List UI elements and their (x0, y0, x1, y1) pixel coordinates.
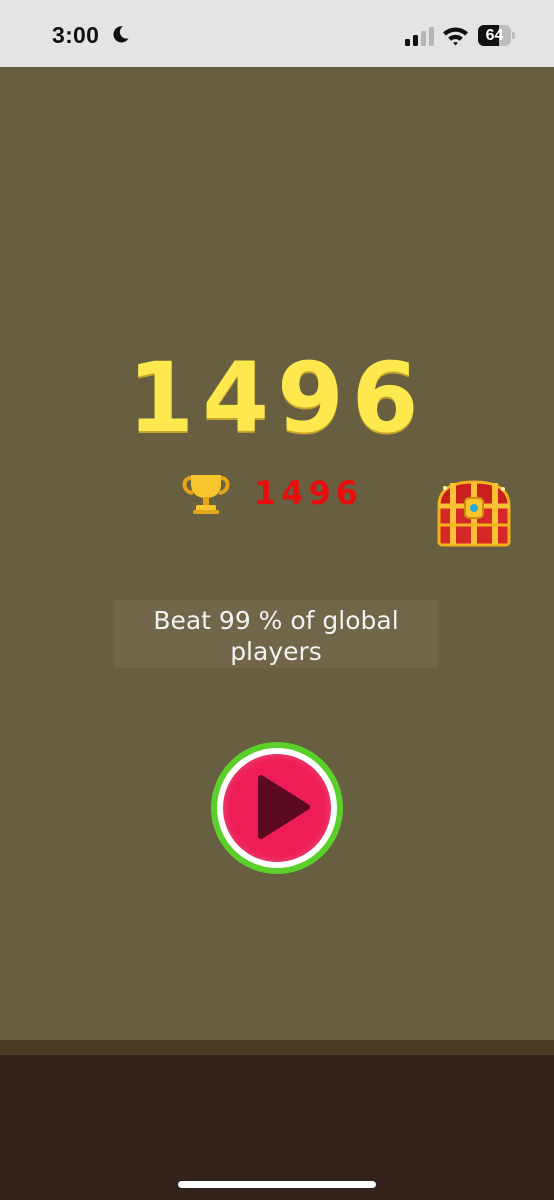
treasure-chest-icon[interactable] (433, 478, 515, 550)
signal-bars-icon (405, 27, 434, 46)
battery-body: 64 (478, 25, 511, 46)
best-score: 1496 (254, 474, 364, 512)
ground-edge (0, 1040, 554, 1055)
global-rank-message: Beat 99 % of global players (114, 600, 438, 668)
trophy-icon (182, 475, 230, 514)
play-icon (258, 775, 310, 839)
wifi-icon (443, 27, 468, 46)
home-indicator[interactable] (178, 1181, 376, 1188)
ground (0, 1055, 554, 1200)
battery-cap (512, 32, 515, 39)
status-bar: 3:00 64 (0, 0, 554, 67)
battery-indicator: 64 (478, 25, 515, 46)
moon-icon (113, 26, 129, 43)
score: 1496 (127, 342, 427, 454)
play-button[interactable] (211, 742, 343, 874)
battery-percent: 64 (485, 27, 504, 44)
status-time: 3:00 (52, 22, 100, 48)
